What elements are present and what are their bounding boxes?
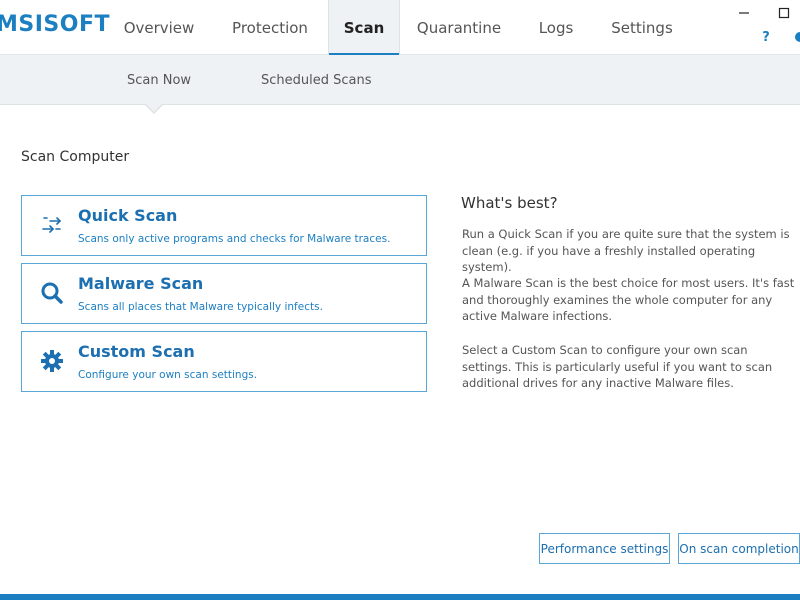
tab-scan[interactable]: Scan [328, 0, 400, 56]
malware-scan-description: Scans all places that Malware typically … [78, 301, 323, 313]
active-subtab-pointer [146, 104, 162, 112]
tab-quarantine[interactable]: Quarantine [410, 0, 508, 55]
subtab-scheduled-scans[interactable]: Scheduled Scans [261, 73, 372, 88]
minimize-button[interactable] [736, 6, 752, 20]
tab-settings[interactable]: Settings [602, 0, 682, 55]
custom-scan-button[interactable]: Custom Scan Configure your own scan sett… [21, 331, 427, 392]
subtab-scan-now[interactable]: Scan Now [127, 73, 191, 88]
quick-scan-description: Scans only active programs and checks fo… [78, 233, 391, 245]
whats-best-title: What's best? [461, 194, 558, 212]
custom-scan-description: Configure your own scan settings. [78, 369, 258, 381]
custom-scan-advice: Select a Custom Scan to configure your o… [462, 343, 773, 390]
quick-scan-title: Quick Scan [78, 206, 178, 225]
tab-logs[interactable]: Logs [522, 0, 590, 55]
minimize-icon [739, 12, 749, 14]
top-navigation-bar: MSISOFT Overview Protection Scan Quarant… [0, 0, 800, 56]
malware-scan-title: Malware Scan [78, 274, 204, 293]
status-strip [0, 594, 800, 600]
gear-icon [39, 348, 65, 374]
tab-overview[interactable]: Overview [110, 0, 208, 55]
quick-scan-button[interactable]: Quick Scan Scans only active programs an… [21, 195, 427, 256]
magnifier-icon [39, 280, 65, 306]
account-icon[interactable] [795, 32, 800, 42]
malware-scan-button[interactable]: Malware Scan Scans all places that Malwa… [21, 263, 427, 324]
maximize-button[interactable] [776, 6, 792, 20]
quick-scan-advice: Run a Quick Scan if you are quite sure t… [462, 227, 790, 274]
sub-navigation-bar: Scan Now Scheduled Scans [0, 55, 800, 105]
quick-scan-arrows-icon [39, 212, 65, 238]
help-icon[interactable]: ? [759, 29, 773, 45]
custom-scan-title: Custom Scan [78, 342, 195, 361]
performance-settings-button[interactable]: Performance settings [539, 533, 670, 564]
on-scan-completion-button[interactable]: On scan completion [678, 533, 800, 564]
malware-scan-advice: A Malware Scan is the best choice for mo… [462, 276, 795, 323]
section-title: Scan Computer [21, 149, 130, 165]
tab-protection[interactable]: Protection [222, 0, 318, 55]
maximize-icon [778, 7, 790, 19]
app-logo: MSISOFT [0, 12, 111, 37]
